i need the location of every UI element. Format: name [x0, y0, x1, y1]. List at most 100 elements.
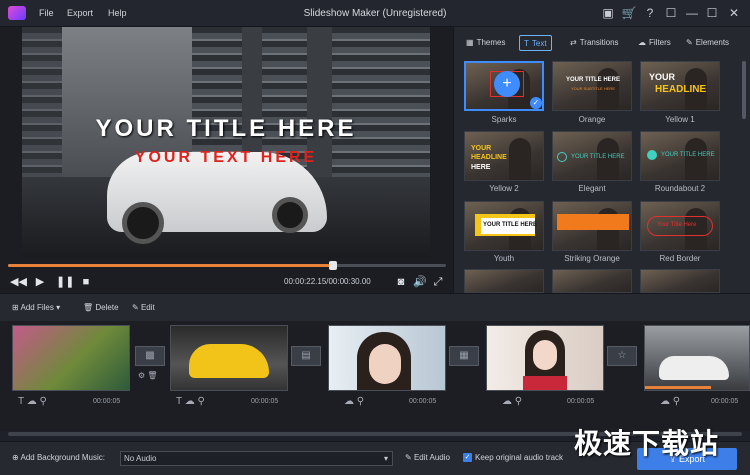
- tab-themes[interactable]: ▦ Themes: [466, 35, 505, 51]
- audio-select[interactable]: No Audio ▾: [120, 451, 393, 466]
- pause-icon[interactable]: ❚❚: [56, 275, 74, 289]
- preset-text: YOUR HEADLINE: [471, 145, 507, 161]
- preset-yellow-1[interactable]: YOUR HEADLINE: [640, 61, 720, 111]
- rewind-icon[interactable]: ◀◀: [10, 275, 27, 289]
- clip-yellow-car[interactable]: [170, 325, 288, 391]
- grid-icon: ▦: [466, 38, 474, 47]
- clip-woman-portrait-2[interactable]: [486, 325, 604, 391]
- preset-text: YOUR TITLE HERE: [571, 154, 625, 160]
- dot-icon: [647, 150, 657, 160]
- tab-text[interactable]: T Text: [519, 35, 552, 51]
- preset-more[interactable]: [640, 269, 720, 293]
- preset-red-border[interactable]: Your Title Here: [640, 201, 720, 251]
- cart-icon[interactable]: 🛒: [621, 5, 637, 21]
- portrait-face: [369, 344, 401, 384]
- car-wheel: [122, 202, 164, 244]
- menu-file[interactable]: File: [39, 8, 54, 18]
- add-music-button[interactable]: ⊕ Add Background Music:: [12, 453, 105, 462]
- snapshot-icon[interactable]: ◙: [394, 275, 408, 289]
- clip-duration: 00:00:05: [567, 398, 595, 405]
- clip-duration: 00:00:05: [93, 398, 121, 405]
- preset-sparks[interactable]: + ✓: [464, 61, 544, 111]
- stop-icon[interactable]: ■: [79, 275, 93, 289]
- portrait-face: [533, 340, 557, 370]
- transition-edit-icons[interactable]: ⚙ 🗑: [138, 371, 158, 380]
- add-files-button[interactable]: ⊞ Add Files ▾: [12, 303, 60, 312]
- preset-roundabout-2[interactable]: YOUR TITLE HERE: [640, 131, 720, 181]
- title-bar: File Export Help Slideshow Maker (Unregi…: [0, 0, 750, 27]
- preset-elegant[interactable]: YOUR TITLE HERE: [552, 131, 632, 181]
- add-icon[interactable]: +: [494, 71, 520, 97]
- transition-slot[interactable]: ☆: [607, 346, 637, 366]
- fullscreen-icon[interactable]: ⤢: [431, 275, 445, 289]
- progress-handle[interactable]: [329, 261, 338, 270]
- preset-more[interactable]: [552, 269, 632, 293]
- yellow-car-image: [189, 344, 269, 378]
- keep-original-audio-checkbox[interactable]: ✓ Keep original audio track: [463, 453, 563, 463]
- orange-bar: [557, 214, 629, 230]
- volume-icon[interactable]: 🔊: [413, 275, 427, 289]
- preset-text: YOUR TITLE HERE: [565, 77, 620, 83]
- preset-label: Sparks: [491, 115, 517, 124]
- preset-text: YOUR: [649, 72, 676, 82]
- edit-audio-button[interactable]: ✎ Edit Audio: [405, 453, 450, 462]
- edit-button[interactable]: ✎ Edit: [132, 303, 155, 312]
- help-icon[interactable]: ?: [642, 5, 658, 21]
- transition-slot[interactable]: ▩: [135, 346, 165, 366]
- export-button[interactable]: ⇪ Export: [637, 448, 737, 470]
- preset-youth[interactable]: YOUR TITLE HERE: [464, 201, 544, 251]
- progress-bar[interactable]: [8, 261, 446, 270]
- save-icon[interactable]: ▣: [600, 5, 616, 21]
- selected-check-icon: ✓: [530, 97, 542, 109]
- overlay-text: YOUR TEXT HERE: [134, 149, 318, 166]
- preset-label: Yellow 1: [665, 115, 695, 124]
- app-logo-icon: [8, 6, 26, 20]
- clip-forest[interactable]: [12, 325, 130, 391]
- preset-label: Yellow 2: [489, 184, 519, 193]
- preset-label: Roundabout 2: [654, 184, 706, 193]
- timeline-scrollbar[interactable]: [8, 432, 742, 436]
- tab-elements[interactable]: ✎ Elements: [686, 35, 729, 51]
- timeline-toolbar: ⊞ Add Files ▾ 🗑 Delete ✎ Edit: [0, 293, 750, 321]
- clip-duration: 00:00:05: [251, 398, 279, 405]
- menu-export[interactable]: Export: [67, 8, 93, 18]
- transitions-icon: ⇄: [570, 38, 577, 47]
- presets-scrollbar[interactable]: [742, 61, 746, 119]
- preset-subtext: HERE: [471, 164, 491, 171]
- menu-help[interactable]: Help: [108, 8, 127, 18]
- text-icon: T: [524, 39, 529, 48]
- car-wheel: [272, 197, 308, 233]
- play-icon[interactable]: ▶: [33, 275, 47, 289]
- clip-tools[interactable]: ☁ ⚲: [344, 396, 364, 407]
- preset-orange[interactable]: YOUR TITLE HERE YOUR SUBTITLE HERE: [552, 61, 632, 111]
- preset-label: Orange: [578, 115, 606, 124]
- circle-icon: [557, 152, 567, 162]
- clip-tools[interactable]: T ☁ ⚲: [176, 396, 205, 407]
- video-preview[interactable]: YOUR TITLE HERE YOUR TEXT HERE: [22, 27, 430, 258]
- minimize-icon[interactable]: —: [684, 5, 700, 21]
- preset-label: Elegant: [578, 184, 606, 193]
- checkbox-checked-icon: ✓: [463, 453, 472, 463]
- clip-white-car[interactable]: [644, 325, 750, 391]
- preset-yellow-2[interactable]: YOUR HEADLINE HERE: [464, 131, 544, 181]
- filters-icon: ☁: [638, 38, 646, 47]
- footer-bar: ⊕ Add Background Music: No Audio ▾ ✎ Edit…: [0, 441, 750, 475]
- preset-more[interactable]: [464, 269, 544, 293]
- clip-woman-portrait-1[interactable]: [328, 325, 446, 391]
- clip-tools[interactable]: ☁ ⚲: [502, 396, 522, 407]
- tab-transitions[interactable]: ⇄ Transitions: [570, 35, 619, 51]
- transition-slot[interactable]: ▦: [449, 346, 479, 366]
- tab-filters[interactable]: ☁ Filters: [638, 35, 671, 51]
- close-icon[interactable]: ✕: [726, 5, 742, 21]
- progress-fill: [8, 264, 334, 267]
- maximize-icon[interactable]: ☐: [704, 5, 720, 21]
- clip-tools[interactable]: ☁ ⚲: [660, 396, 680, 407]
- clip-tools[interactable]: T ☁ ⚲: [18, 396, 47, 407]
- export-icon: ⇪: [668, 454, 680, 464]
- delete-button[interactable]: 🗑 Delete: [83, 303, 119, 312]
- preset-striking-orange[interactable]: [552, 201, 632, 251]
- timecode: 00:00:22.15/00:00:30.00: [284, 277, 371, 286]
- preset-subtext: YOUR SUBTITLE HERE: [570, 86, 615, 91]
- transition-slot[interactable]: ▤: [291, 346, 321, 366]
- feedback-icon[interactable]: ☐: [663, 5, 679, 21]
